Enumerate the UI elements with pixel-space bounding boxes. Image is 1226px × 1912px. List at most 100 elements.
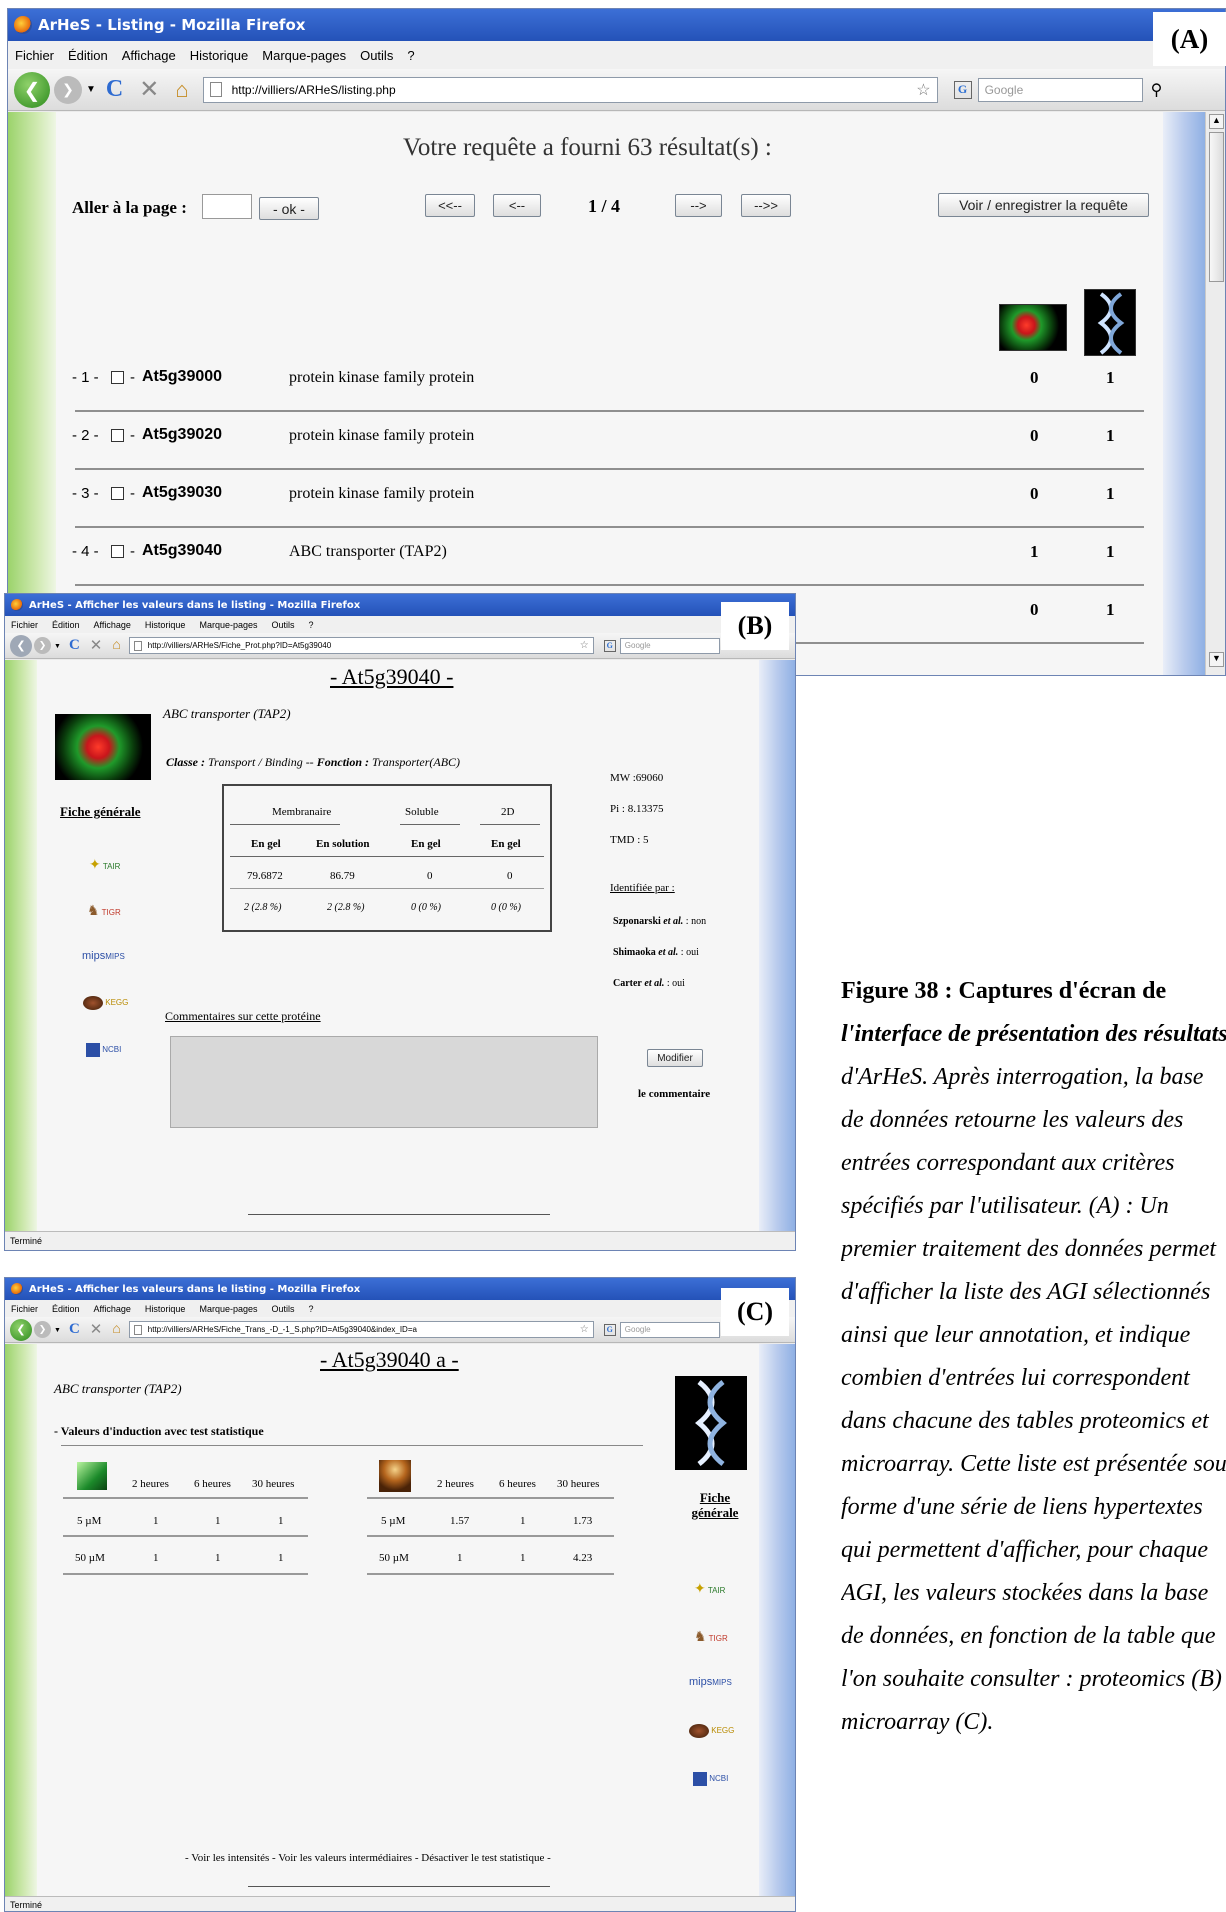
first-page-button[interactable]: <<-- bbox=[425, 194, 475, 217]
history-dropdown-icon[interactable]: ▼ bbox=[54, 1326, 61, 1334]
agi-link[interactable]: At5g39040 bbox=[142, 542, 222, 560]
menu-help[interactable]: ? bbox=[309, 1304, 314, 1314]
menu-historique[interactable]: Historique bbox=[145, 620, 186, 630]
menu-edition[interactable]: Édition bbox=[52, 1304, 80, 1314]
search-input[interactable]: Google bbox=[619, 637, 720, 654]
agi-link[interactable]: At5g39020 bbox=[142, 426, 222, 444]
row-checkbox[interactable] bbox=[111, 371, 124, 384]
ncbi-link[interactable]: NCBI bbox=[693, 1772, 728, 1786]
menu-fichier[interactable]: Fichier bbox=[15, 48, 54, 63]
menu-outils[interactable]: Outils bbox=[272, 620, 295, 630]
tigr-link[interactable]: ♞ TIGR bbox=[87, 902, 121, 919]
vertical-scrollbar[interactable]: ▲ ▼ bbox=[1205, 112, 1225, 675]
microarray-count[interactable]: 1 bbox=[1106, 484, 1115, 504]
search-engine-icon[interactable]: G bbox=[603, 1323, 616, 1336]
fiche-generale-link[interactable]: Fiche générale bbox=[60, 804, 141, 820]
microarray-count[interactable]: 1 bbox=[1106, 368, 1115, 388]
menu-edition[interactable]: Édition bbox=[68, 48, 108, 63]
agi-link[interactable]: At5g39000 bbox=[142, 368, 222, 386]
search-magnifier-icon[interactable]: ⚲ bbox=[1151, 80, 1163, 100]
value-soluble-gel[interactable]: 0 bbox=[427, 870, 433, 882]
value-membranaire-solution[interactable]: 86.79 bbox=[330, 870, 355, 882]
search-input[interactable]: Google bbox=[977, 77, 1143, 102]
menu-historique[interactable]: Historique bbox=[190, 48, 249, 63]
menu-outils[interactable]: Outils bbox=[272, 1304, 295, 1314]
back-button[interactable]: ❮ bbox=[10, 634, 32, 657]
tigr-link[interactable]: ♞ TIGR bbox=[694, 1628, 728, 1645]
scroll-down-arrow[interactable]: ▼ bbox=[1209, 652, 1224, 667]
home-icon[interactable]: ⌂ bbox=[175, 77, 188, 103]
fiche-generale-link[interactable]: Fiche générale bbox=[685, 1490, 745, 1520]
tair-link[interactable]: ✦ TAIR bbox=[89, 856, 120, 873]
home-icon[interactable]: ⌂ bbox=[112, 1322, 120, 1338]
url-bar[interactable]: http://villiers/ARHeS/listing.php ☆ bbox=[202, 76, 938, 103]
menu-historique[interactable]: Historique bbox=[145, 1304, 186, 1314]
agi-link[interactable]: At5g39030 bbox=[142, 484, 222, 502]
menu-outils[interactable]: Outils bbox=[360, 48, 393, 63]
save-query-button[interactable]: Voir / enregistrer la requête bbox=[938, 193, 1149, 217]
bookmark-star-icon[interactable]: ☆ bbox=[916, 80, 930, 100]
search-engine-icon[interactable]: G bbox=[953, 80, 972, 99]
back-button[interactable]: ❮ bbox=[14, 71, 50, 108]
menu-affichage[interactable]: Affichage bbox=[94, 620, 131, 630]
microarray-count[interactable]: 1 bbox=[1106, 600, 1115, 620]
goto-page-input[interactable] bbox=[202, 194, 252, 219]
proteomics-count[interactable]: 0 bbox=[1030, 484, 1039, 504]
last-page-button[interactable]: -->> bbox=[741, 194, 791, 217]
prev-page-button[interactable]: <-- bbox=[493, 194, 541, 217]
row-checkbox[interactable] bbox=[111, 487, 124, 500]
goto-ok-button[interactable]: - ok - bbox=[259, 197, 319, 220]
menu-help[interactable]: ? bbox=[309, 620, 314, 630]
menu-marque-pages[interactable]: Marque-pages bbox=[262, 48, 346, 63]
proteomics-count[interactable]: 1 bbox=[1030, 542, 1039, 562]
menu-edition[interactable]: Édition bbox=[52, 620, 80, 630]
search-engine-icon[interactable]: G bbox=[603, 639, 616, 652]
value-2d-gel[interactable]: 0 bbox=[507, 870, 513, 882]
home-icon[interactable]: ⌂ bbox=[112, 638, 120, 654]
kegg-link[interactable]: KEGG bbox=[689, 1724, 734, 1738]
scroll-up-arrow[interactable]: ▲ bbox=[1209, 114, 1224, 129]
reload-icon[interactable]: C bbox=[106, 76, 123, 103]
modify-comment-button[interactable]: Modifier bbox=[647, 1049, 703, 1067]
kegg-link[interactable]: KEGG bbox=[83, 996, 128, 1010]
menu-affichage[interactable]: Affichage bbox=[94, 1304, 131, 1314]
menu-marque-pages[interactable]: Marque-pages bbox=[199, 620, 257, 630]
footer-links[interactable]: - Voir les intensités - Voir les valeurs… bbox=[185, 1852, 551, 1864]
reload-icon[interactable]: C bbox=[69, 1321, 80, 1338]
forward-button[interactable]: ❯ bbox=[54, 75, 82, 104]
back-button[interactable]: ❮ bbox=[10, 1318, 32, 1341]
url-bar[interactable]: http://villiers/ARHeS/Fiche_Prot.php?ID=… bbox=[128, 637, 594, 654]
stop-icon[interactable]: ✕ bbox=[90, 636, 103, 655]
bookmark-star-icon[interactable]: ☆ bbox=[580, 1324, 589, 1335]
history-dropdown-icon[interactable]: ▼ bbox=[86, 84, 96, 95]
proteomics-count[interactable]: 0 bbox=[1030, 426, 1039, 446]
stop-icon[interactable]: ✕ bbox=[90, 1320, 103, 1339]
ncbi-link[interactable]: NCBI bbox=[86, 1043, 121, 1057]
mips-link[interactable]: mipsMIPS bbox=[82, 950, 125, 962]
bookmark-star-icon[interactable]: ☆ bbox=[580, 640, 589, 651]
forward-button[interactable]: ❯ bbox=[34, 637, 51, 654]
history-dropdown-icon[interactable]: ▼ bbox=[54, 642, 61, 650]
stop-icon[interactable]: ✕ bbox=[139, 75, 159, 104]
value-membranaire-gel[interactable]: 79.6872 bbox=[247, 870, 283, 882]
proteomics-count[interactable]: 0 bbox=[1030, 600, 1039, 620]
menu-help[interactable]: ? bbox=[407, 48, 414, 63]
row-checkbox[interactable] bbox=[111, 429, 124, 442]
search-input[interactable]: Google bbox=[619, 1321, 720, 1338]
mips-link[interactable]: mipsMIPS bbox=[689, 1676, 732, 1688]
forward-button[interactable]: ❯ bbox=[34, 1321, 51, 1338]
menu-marque-pages[interactable]: Marque-pages bbox=[199, 1304, 257, 1314]
microarray-count[interactable]: 1 bbox=[1106, 426, 1115, 446]
row-checkbox[interactable] bbox=[111, 545, 124, 558]
tair-link[interactable]: ✦ TAIR bbox=[694, 1580, 725, 1597]
next-page-button[interactable]: --> bbox=[675, 194, 722, 217]
menu-affichage[interactable]: Affichage bbox=[122, 48, 176, 63]
reload-icon[interactable]: C bbox=[69, 637, 80, 654]
microarray-count[interactable]: 1 bbox=[1106, 542, 1115, 562]
comment-textarea[interactable] bbox=[170, 1036, 598, 1128]
proteomics-count[interactable]: 0 bbox=[1030, 368, 1039, 388]
menu-fichier[interactable]: Fichier bbox=[11, 1304, 38, 1314]
scroll-thumb[interactable] bbox=[1209, 132, 1224, 282]
menu-fichier[interactable]: Fichier bbox=[11, 620, 38, 630]
url-bar[interactable]: http://villiers/ARHeS/Fiche_Trans_-D_-1_… bbox=[128, 1321, 594, 1338]
